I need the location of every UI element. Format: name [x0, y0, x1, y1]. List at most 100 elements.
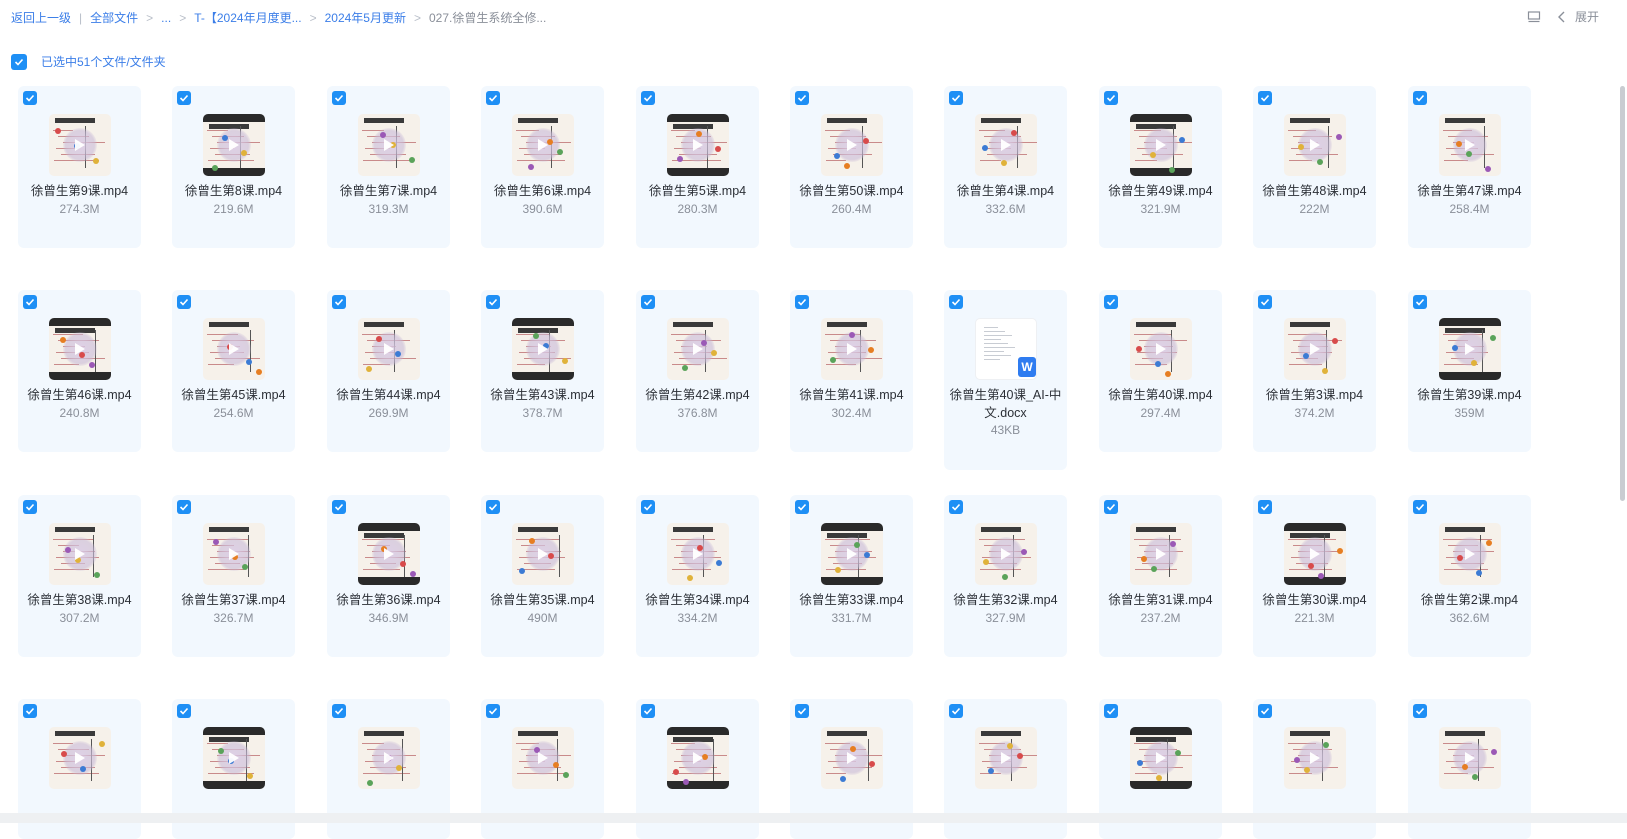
- file-checkbox[interactable]: [23, 704, 37, 718]
- video-thumbnail: [975, 727, 1037, 789]
- breadcrumb-level2[interactable]: 2024年5月更新: [325, 9, 406, 26]
- video-thumbnail: [512, 318, 574, 380]
- file-card[interactable]: 徐曾生第45课.mp4 254.6M: [172, 290, 295, 452]
- file-checkbox[interactable]: [23, 295, 37, 309]
- play-icon: [229, 752, 239, 764]
- file-checkbox[interactable]: [1258, 704, 1272, 718]
- breadcrumb-all-files[interactable]: 全部文件: [90, 9, 138, 26]
- file-card[interactable]: 徐曾生第4课.mp4 332.6M: [944, 86, 1067, 248]
- file-card[interactable]: 徐曾生第48课.mp4 222M: [1253, 86, 1376, 248]
- file-card[interactable]: 徐曾生第3课.mp4 374.2M: [1253, 290, 1376, 452]
- file-card[interactable]: 徐曾生第37课.mp4 326.7M: [172, 495, 295, 657]
- video-thumbnail: [1284, 114, 1346, 176]
- file-card[interactable]: 徐曾生第40课.mp4 297.4M: [1099, 290, 1222, 452]
- file-checkbox[interactable]: [486, 500, 500, 514]
- word-doc-icon: W: [1018, 357, 1036, 377]
- file-card[interactable]: 徐曾生第34课.mp4 334.2M: [636, 495, 759, 657]
- file-checkbox[interactable]: [1413, 704, 1427, 718]
- file-checkbox[interactable]: [23, 91, 37, 105]
- layout-icon[interactable]: [1527, 10, 1541, 24]
- file-checkbox[interactable]: [949, 500, 963, 514]
- file-checkbox[interactable]: [795, 704, 809, 718]
- file-checkbox[interactable]: [949, 295, 963, 309]
- file-checkbox[interactable]: [1413, 295, 1427, 309]
- file-checkbox[interactable]: [795, 500, 809, 514]
- file-card[interactable]: 徐曾生第49课.mp4 321.9M: [1099, 86, 1222, 248]
- file-checkbox[interactable]: [641, 91, 655, 105]
- file-checkbox[interactable]: [1413, 91, 1427, 105]
- file-card[interactable]: 徐曾生第30课.mp4 221.3M: [1253, 495, 1376, 657]
- file-size: 321.9M: [1140, 202, 1181, 216]
- file-card[interactable]: 徐曾生第9课.mp4 274.3M: [18, 86, 141, 248]
- chevron-left-icon[interactable]: [1555, 10, 1569, 24]
- file-checkbox[interactable]: [1258, 295, 1272, 309]
- file-checkbox[interactable]: [486, 295, 500, 309]
- play-icon: [538, 548, 548, 560]
- video-thumbnail: [821, 114, 883, 176]
- file-checkbox[interactable]: [486, 91, 500, 105]
- breadcrumb-level1[interactable]: T-【2024年月度更...: [194, 9, 301, 26]
- file-card[interactable]: W 徐曾生第40课_AI-中文.docx 43KB: [944, 290, 1067, 470]
- file-card[interactable]: 徐曾生第2课.mp4 362.6M: [1408, 495, 1531, 657]
- file-checkbox[interactable]: [332, 91, 346, 105]
- file-card[interactable]: 徐曾生第41课.mp4 302.4M: [790, 290, 913, 452]
- file-checkbox[interactable]: [1413, 500, 1427, 514]
- scrollbar[interactable]: [1620, 86, 1625, 501]
- play-icon: [1310, 343, 1320, 355]
- play-icon: [538, 139, 548, 151]
- file-name: 徐曾生第50课.mp4: [799, 184, 904, 198]
- file-checkbox[interactable]: [949, 704, 963, 718]
- file-card[interactable]: 徐曾生第6课.mp4 390.6M: [481, 86, 604, 248]
- file-card[interactable]: 徐曾生第5课.mp4 280.3M: [636, 86, 759, 248]
- file-checkbox[interactable]: [177, 91, 191, 105]
- file-checkbox[interactable]: [332, 500, 346, 514]
- video-thumbnail: [667, 114, 729, 176]
- file-card[interactable]: 徐曾生第36课.mp4 346.9M: [327, 495, 450, 657]
- file-checkbox[interactable]: [795, 295, 809, 309]
- file-card[interactable]: 徐曾生第31课.mp4 237.2M: [1099, 495, 1222, 657]
- file-checkbox[interactable]: [641, 500, 655, 514]
- file-checkbox[interactable]: [1258, 91, 1272, 105]
- file-card[interactable]: 徐曾生第32课.mp4 327.9M: [944, 495, 1067, 657]
- file-checkbox[interactable]: [1104, 704, 1118, 718]
- file-checkbox[interactable]: [1258, 500, 1272, 514]
- play-icon: [1310, 548, 1320, 560]
- select-all-checkbox[interactable]: [11, 53, 27, 70]
- file-checkbox[interactable]: [1104, 500, 1118, 514]
- file-checkbox[interactable]: [1104, 91, 1118, 105]
- file-checkbox[interactable]: [177, 704, 191, 718]
- file-checkbox[interactable]: [23, 500, 37, 514]
- file-card[interactable]: 徐曾生第43课.mp4 378.7M: [481, 290, 604, 452]
- file-card[interactable]: 徐曾生第38课.mp4 307.2M: [18, 495, 141, 657]
- file-checkbox[interactable]: [795, 91, 809, 105]
- file-checkbox[interactable]: [1104, 295, 1118, 309]
- file-checkbox[interactable]: [641, 295, 655, 309]
- file-card[interactable]: 徐曾生第8课.mp4 219.6M: [172, 86, 295, 248]
- video-thumbnail: [49, 523, 111, 585]
- file-card[interactable]: 徐曾生第44课.mp4 269.9M: [327, 290, 450, 452]
- file-card[interactable]: 徐曾生第42课.mp4 376.8M: [636, 290, 759, 452]
- file-card[interactable]: 徐曾生第46课.mp4 240.8M: [18, 290, 141, 452]
- file-card[interactable]: 徐曾生第50课.mp4 260.4M: [790, 86, 913, 248]
- file-card[interactable]: 徐曾生第47课.mp4 258.4M: [1408, 86, 1531, 248]
- file-card[interactable]: 徐曾生第39课.mp4 359M: [1408, 290, 1531, 452]
- back-link[interactable]: 返回上一级: [11, 9, 71, 26]
- file-checkbox[interactable]: [332, 295, 346, 309]
- expand-button[interactable]: 展开: [1575, 8, 1599, 25]
- file-size: 490M: [527, 611, 558, 625]
- file-checkbox[interactable]: [486, 704, 500, 718]
- file-checkbox[interactable]: [641, 704, 655, 718]
- file-card[interactable]: 徐曾生第7课.mp4 319.3M: [327, 86, 450, 248]
- video-thumbnail: [203, 318, 265, 380]
- breadcrumb-ellipsis[interactable]: ...: [161, 11, 171, 25]
- file-checkbox[interactable]: [177, 500, 191, 514]
- video-thumbnail: [512, 523, 574, 585]
- file-card[interactable]: 徐曾生第35课.mp4 490M: [481, 495, 604, 657]
- file-name: 徐曾生第7课.mp4: [339, 184, 438, 198]
- file-checkbox[interactable]: [177, 295, 191, 309]
- breadcrumb-current: 027.徐曾生系统全修...: [428, 11, 547, 25]
- file-name: 徐曾生第49课.mp4: [1108, 184, 1213, 198]
- file-card[interactable]: 徐曾生第33课.mp4 331.7M: [790, 495, 913, 657]
- file-checkbox[interactable]: [332, 704, 346, 718]
- file-checkbox[interactable]: [949, 91, 963, 105]
